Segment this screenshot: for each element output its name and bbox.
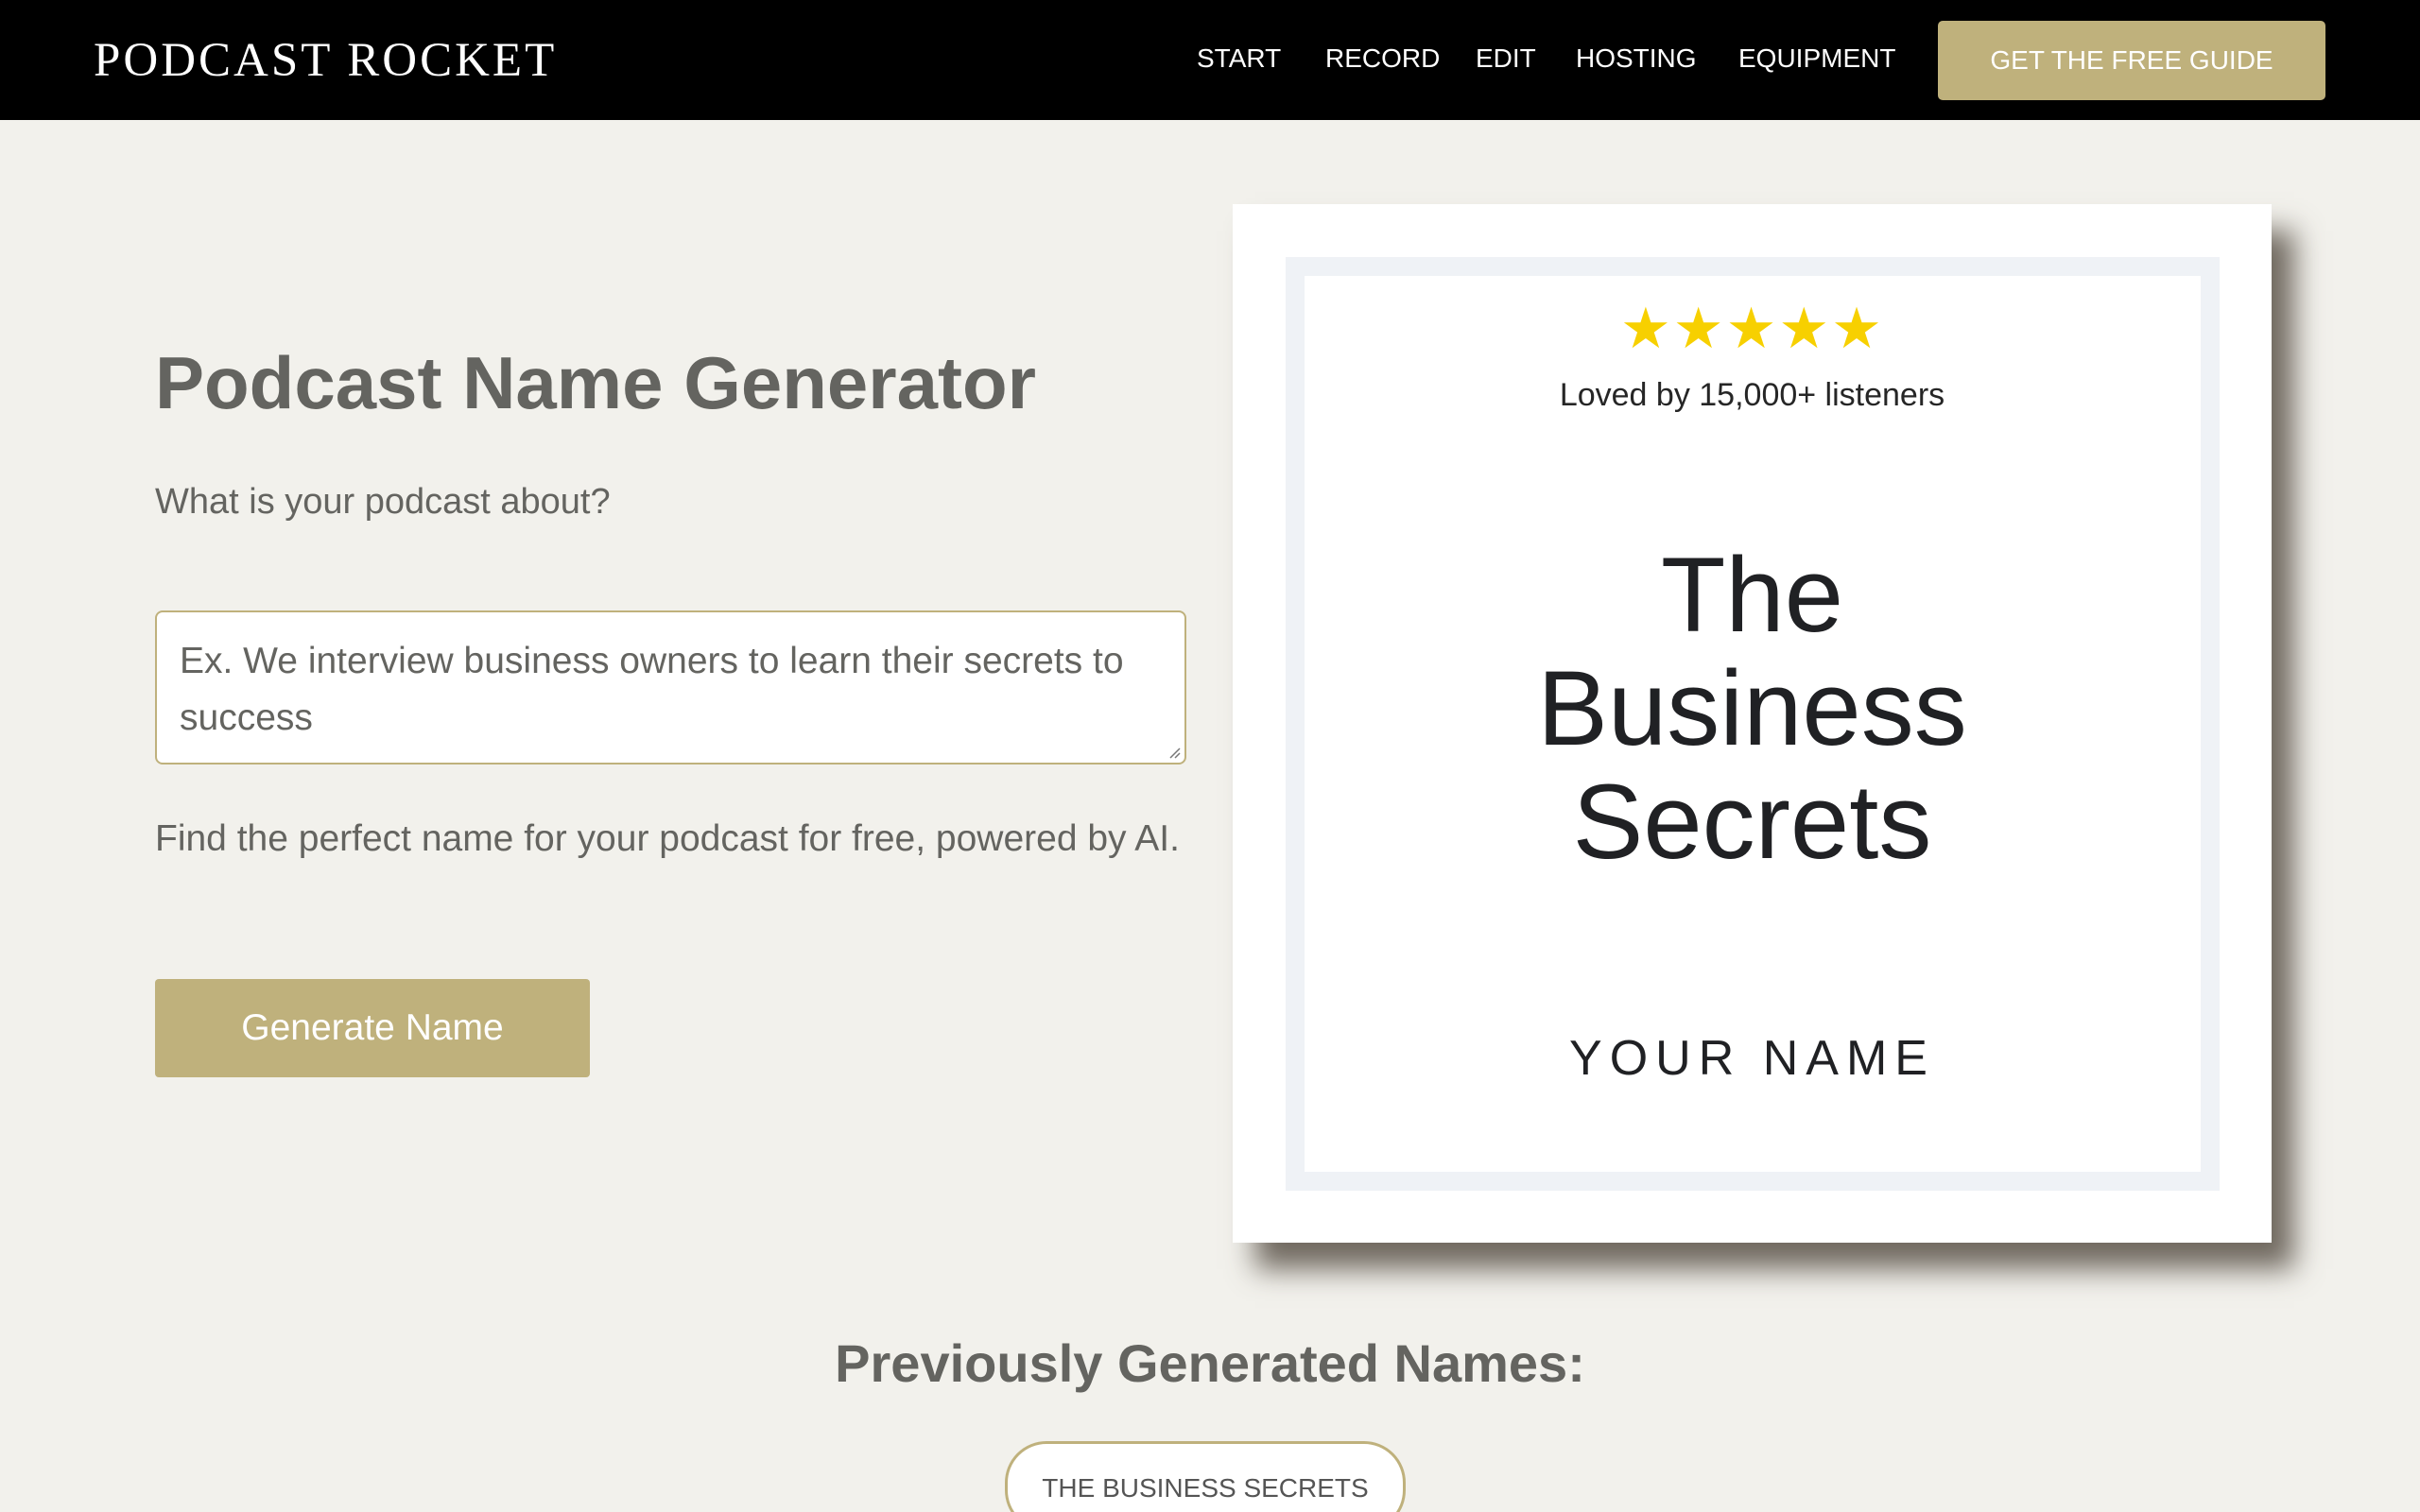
cover-title-line: The: [1661, 536, 1843, 654]
nav-start-link[interactable]: START: [1197, 42, 1281, 76]
cover-author: YOUR NAME: [1569, 1031, 1935, 1086]
brand-logo[interactable]: PODCAST ROCKET: [94, 32, 557, 89]
previous-names-heading: Previously Generated Names:: [835, 1333, 1585, 1393]
cover-title: The Business Secrets: [1233, 539, 2272, 879]
podcast-topic-textarea[interactable]: Ex. We interview business owners to lear…: [155, 610, 1186, 765]
textarea-placeholder: Ex. We interview business owners to lear…: [180, 641, 1124, 738]
generate-name-button[interactable]: Generate Name: [155, 979, 590, 1077]
resize-grip-icon[interactable]: [1167, 746, 1181, 759]
previous-name-chip[interactable]: THE BUSINESS SECRETS: [1005, 1441, 1406, 1512]
cover-title-line: Secrets: [1572, 763, 1932, 881]
nav-edit-link[interactable]: EDIT: [1476, 42, 1536, 76]
podcast-topic-label: What is your podcast about?: [155, 482, 611, 522]
top-nav-bar: PODCAST ROCKET START RECORD EDIT HOSTING…: [0, 0, 2420, 120]
star-rating-icon: ★★★★★: [1620, 297, 1884, 360]
generator-tagline: Find the perfect name for your podcast f…: [155, 818, 1180, 859]
page: PODCAST ROCKET START RECORD EDIT HOSTING…: [0, 0, 2420, 1512]
nav-hosting-link[interactable]: HOSTING: [1576, 42, 1697, 76]
page-title: Podcast Name Generator: [155, 341, 1037, 424]
cover-title-line: Business: [1537, 649, 1967, 767]
nav-record-link[interactable]: RECORD: [1325, 42, 1440, 76]
nav-equipment-link[interactable]: EQUIPMENT: [1738, 42, 1895, 76]
get-free-guide-button[interactable]: GET THE FREE GUIDE: [1938, 21, 2325, 100]
listener-count-text: Loved by 15,000+ listeners: [1559, 377, 1945, 413]
